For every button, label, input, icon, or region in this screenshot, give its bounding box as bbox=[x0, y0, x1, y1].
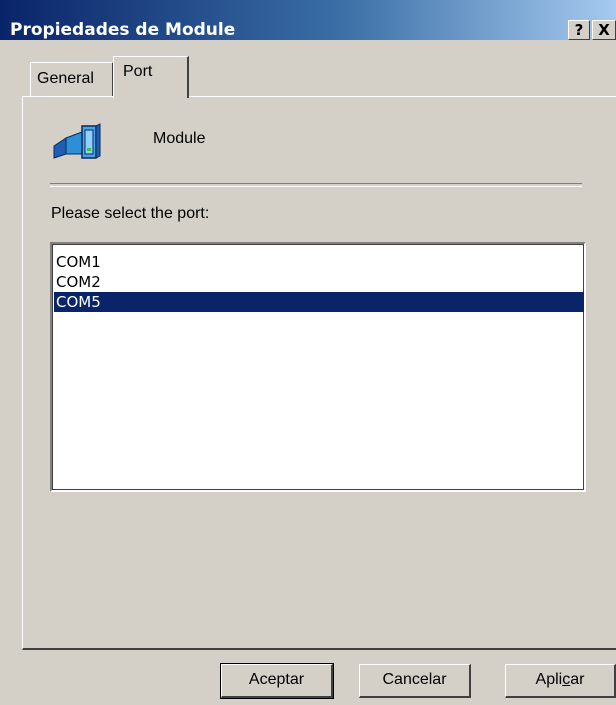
tab-general[interactable]: General bbox=[30, 62, 114, 96]
title-bar[interactable]: Propiedades de Module ? X bbox=[0, 0, 616, 40]
apply-button[interactable]: Aplicar bbox=[505, 664, 616, 698]
tab-general-label: General bbox=[37, 70, 94, 87]
apply-label-end: ar bbox=[570, 671, 585, 688]
port-option-com5[interactable]: COM5 bbox=[54, 292, 584, 312]
separator-line bbox=[50, 183, 582, 187]
module-device-icon bbox=[53, 123, 101, 159]
tab-port[interactable]: Port bbox=[113, 56, 189, 98]
help-button[interactable]: ? bbox=[568, 20, 590, 40]
port-option-com2[interactable]: COM2 bbox=[54, 272, 584, 292]
port-option-com1[interactable]: COM1 bbox=[54, 252, 584, 272]
close-button[interactable]: X bbox=[592, 20, 616, 40]
accept-button[interactable]: Aceptar bbox=[220, 663, 334, 699]
device-name: Module bbox=[153, 130, 206, 147]
port-prompt: Please select the port: bbox=[51, 205, 210, 222]
apply-label-start: Apli bbox=[535, 671, 563, 688]
tab-port-label: Port bbox=[123, 63, 153, 80]
cancel-button[interactable]: Cancelar bbox=[359, 664, 471, 698]
port-listbox[interactable]: COM1 COM2 COM5 bbox=[50, 242, 586, 492]
window-title: Propiedades de Module bbox=[10, 20, 236, 40]
